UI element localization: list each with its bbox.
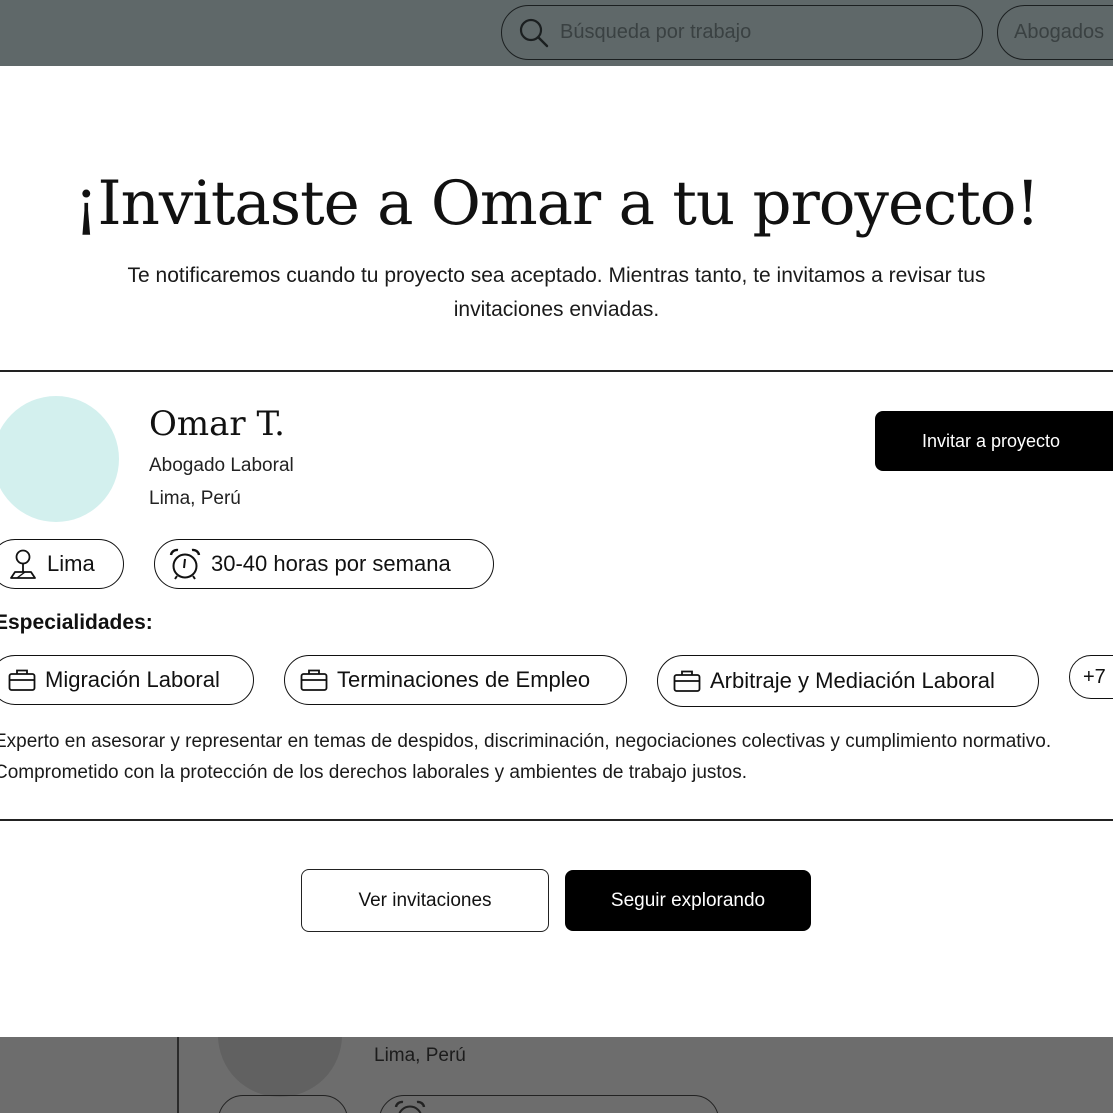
specialty-tag: Migración Laboral	[0, 655, 254, 705]
background-location: Lima, Perú	[374, 1045, 466, 1066]
hours-tag-label: 30-40 horas por semana	[211, 551, 451, 576]
specialty-label: Terminaciones de Empleo	[337, 667, 591, 692]
lawyer-role: Abogado Laboral	[149, 455, 294, 476]
hours-tag: 30-40 horas por semana	[154, 539, 494, 589]
briefcase-icon	[300, 669, 328, 691]
divider-top	[0, 370, 1113, 372]
specialty-label: Migración Laboral	[45, 667, 220, 692]
location-pin-icon	[10, 549, 36, 579]
invitation-confirmation-modal: ¡Invitaste a Omar a tu proyecto! Te noti…	[0, 66, 1113, 1037]
city-tag: Lima	[0, 539, 124, 589]
briefcase-icon	[673, 670, 701, 692]
city-tag-label: Lima	[47, 551, 95, 576]
category-filter-button[interactable]: Abogados	[997, 5, 1113, 60]
alarm-clock-icon	[169, 548, 201, 580]
keep-exploring-button[interactable]: Seguir explorando	[565, 870, 811, 931]
modal-title: ¡Invitaste a Omar a tu proyecto!	[74, 168, 1040, 239]
card-border	[177, 1037, 179, 1113]
modal-subtitle: Te notificaremos cuando tu proyecto sea …	[127, 264, 986, 321]
lawyer-bio: Experto en asesorar y representar en tem…	[0, 731, 1052, 783]
specialty-label: Arbitraje y Mediación Laboral	[710, 668, 995, 693]
lawyer-name: Omar T.	[149, 404, 285, 444]
job-search-input[interactable]: Búsqueda por trabajo	[501, 5, 983, 60]
background-hours-tag	[379, 1095, 719, 1113]
invite-to-project-button[interactable]: Invitar a proyecto	[875, 411, 1113, 471]
briefcase-icon	[8, 669, 36, 691]
alarm-clock-icon	[394, 1100, 426, 1113]
more-specialties-button[interactable]: +7	[1069, 655, 1113, 699]
specialty-tag: Arbitraje y Mediación Laboral	[657, 655, 1039, 707]
divider-bottom	[0, 819, 1113, 821]
top-navigation-bar: Búsqueda por trabajo Abogados	[0, 0, 1113, 66]
search-icon	[519, 18, 549, 47]
lawyer-location: Lima, Perú	[149, 488, 241, 509]
view-invitations-button[interactable]: Ver invitaciones	[301, 869, 549, 932]
background-profile-card: Lima, Perú	[0, 1037, 1113, 1113]
background-city-tag	[218, 1095, 348, 1113]
specialties-title: Especialidades:	[0, 611, 153, 634]
avatar	[0, 396, 119, 522]
specialty-tag: Terminaciones de Empleo	[284, 655, 627, 705]
search-placeholder: Búsqueda por trabajo	[560, 21, 752, 43]
background-avatar	[218, 1037, 342, 1097]
